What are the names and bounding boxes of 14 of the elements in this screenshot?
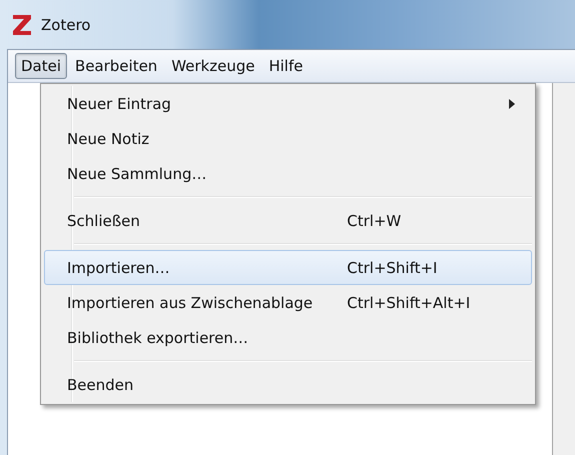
menu-item[interactable]: Bibliothek exportieren… <box>44 320 532 355</box>
window-title: Zotero <box>41 16 91 34</box>
menu-item[interactable]: Beenden <box>44 367 532 402</box>
z-logo-icon <box>12 14 32 36</box>
menu-item[interactable]: Importieren aus Zwischenablage Ctrl+Shift+Alt+I <box>44 285 532 320</box>
menu-bar-item[interactable]: Datei <box>15 53 68 79</box>
menu-item[interactable]: Neue Notiz <box>44 121 532 156</box>
menu-bar-item[interactable]: Werkzeuge <box>165 53 261 79</box>
menu-item[interactable]: Schließen Ctrl+W <box>44 203 532 238</box>
menu-item[interactable]: Neuer Eintrag <box>44 86 532 121</box>
menu-bar-item[interactable]: Bearbeiten <box>69 53 164 79</box>
menu-item[interactable]: Neue Sammlung… <box>44 156 532 191</box>
menu-bar-item[interactable]: Hilfe <box>262 53 309 79</box>
menu-item[interactable]: Importieren… Ctrl+Shift+I <box>44 250 532 285</box>
